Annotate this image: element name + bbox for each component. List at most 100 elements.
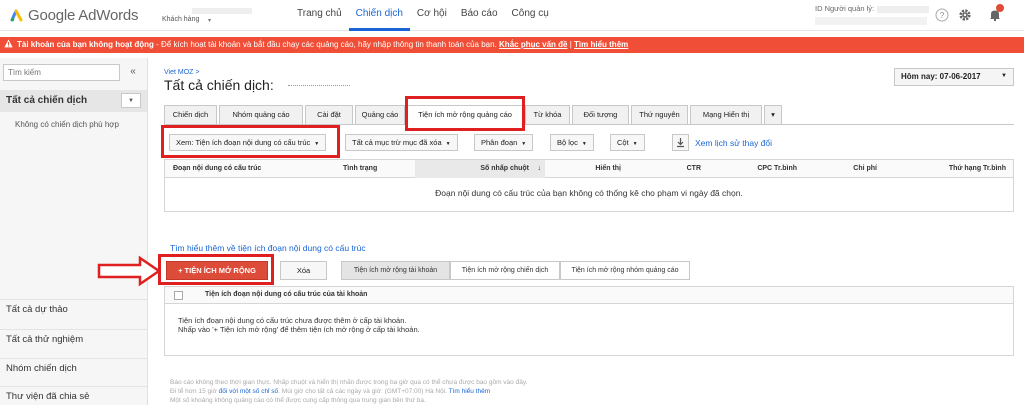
sidebar-item-campaign-groups[interactable]: Nhóm chiến dịch <box>0 358 147 380</box>
view-filter-label: Xem: Tiện ích đoạn nội dung có cấu trúc <box>176 138 311 147</box>
title-redaction <box>288 85 350 88</box>
tab-keywords[interactable]: Từ khóa <box>525 105 570 125</box>
nav-home[interactable]: Trang chủ <box>290 0 349 31</box>
sidebar-item-shared-library[interactable]: Thư viện đã chia sẻ <box>0 386 147 405</box>
col-clicks-label: Số nhấp chuột <box>480 165 529 172</box>
all-campaigns-item[interactable]: Tất cả chiến dịch ▼ <box>0 90 147 112</box>
sidebar-item-experiments[interactable]: Tất cả thử nghiệm <box>0 329 147 351</box>
columns-label: Cột <box>617 138 629 147</box>
extensions-stats-table: Đoạn nội dung có cấu trúc Tình trạng Số … <box>164 159 1014 212</box>
account-type: Khách hàng <box>162 16 200 23</box>
product-name: Google AdWords <box>28 6 139 24</box>
col-structured-snippet[interactable]: Đoạn nội dung có cấu trúc <box>173 160 261 178</box>
footer-note-1: Báo cáo không theo thời gian thực. Nhấp … <box>170 379 528 386</box>
adwords-logo[interactable]: Google AdWords <box>10 6 139 24</box>
change-history-link[interactable]: Xem lịch sử thay đổi <box>695 138 772 148</box>
col-account-snippet[interactable]: Tiện ích đoạn nội dung có cấu trúc của t… <box>205 287 367 303</box>
manager-id: ID Người quản lý: <box>815 4 930 13</box>
tab-ad-extensions[interactable]: Tiện ích mở rộng quảng cáo <box>407 105 523 125</box>
tab-settings[interactable]: Cài đặt <box>305 105 353 125</box>
empty-message-line2: Nhấp vào '+ Tiện ích mở rộng' để thêm ti… <box>178 325 420 334</box>
metrics-link[interactable]: đối với một số chỉ số <box>219 388 279 395</box>
date-range-button[interactable]: Hôm nay: 07-06-2017 ▼ <box>894 68 1014 86</box>
status-filter-dropdown[interactable]: Tất cả mục trừ mục đã xóa ▼ <box>345 134 458 151</box>
nav-campaigns[interactable]: Chiến dịch <box>348 0 410 31</box>
account-extensions-table: Tiện ích đoạn nội dung có cấu trúc của t… <box>164 286 1014 356</box>
view-filter-dropdown[interactable]: Xem: Tiện ích đoạn nội dung có cấu trúc ▼ <box>169 134 327 151</box>
tab-ad-groups[interactable]: Nhóm quảng cáo <box>219 105 303 125</box>
download-button[interactable] <box>672 134 689 151</box>
tab-campaign-extensions[interactable]: Tiện ích mở rộng chiến dịch <box>450 261 560 280</box>
segment-label: Phân đoạn <box>481 138 518 147</box>
col-ctr[interactable]: CTR <box>621 160 701 178</box>
tab-display-network[interactable]: Mạng Hiển thị <box>690 105 762 125</box>
all-campaigns-label: Tất cả chiến dịch <box>6 95 88 106</box>
col-status[interactable]: Tình trạng <box>343 160 377 178</box>
col-avg-cpc[interactable]: CPC Tr.bình <box>701 160 797 178</box>
add-extension-button[interactable]: + TIỆN ÍCH MỞ RỘNG <box>166 261 268 280</box>
col-impressions[interactable]: Hiển thị <box>545 160 621 178</box>
sidebar: « Tất cả chiến dịch ▼ Không có chiến dịc… <box>0 58 148 405</box>
tab-audiences[interactable]: Đối tượng <box>572 105 629 125</box>
help-icon[interactable]: ? <box>935 8 949 22</box>
chevron-down-icon: ▼ <box>581 141 587 147</box>
learn-more-structured-snippets-link[interactable]: Tìm hiểu thêm về tiện ích đoạn nội dung … <box>170 243 366 253</box>
breadcrumb[interactable]: Viet MOZ > <box>164 69 199 76</box>
campaign-tabs: Chiến dịch Nhóm quảng cáo Cài đặt Quảng … <box>164 105 1014 125</box>
filter-label: Bộ lọc <box>557 138 578 147</box>
no-stats-message: Đoạn nội dung có cấu trúc của bạn không … <box>435 188 743 198</box>
col-clicks[interactable]: Số nhấp chuột ↓ <box>415 160 545 178</box>
account-name-redaction <box>192 8 252 14</box>
fix-problem-link[interactable]: Khắc phục vấn đề <box>499 40 567 49</box>
chevron-down-icon: ▼ <box>314 141 320 147</box>
gear-icon[interactable] <box>958 8 972 22</box>
user-email-redacted[interactable] <box>815 17 927 25</box>
main-content: Viet MOZ > Tất cả chiến dịch: Hôm nay: 0… <box>97 58 1024 405</box>
no-campaigns-text: Không có chiến dịch phù hợp <box>15 120 119 129</box>
table-header: Đoạn nội dung có cấu trúc Tình trạng Số … <box>165 160 1013 178</box>
delete-button[interactable]: Xóa <box>280 261 327 280</box>
tab-dimensions[interactable]: Thứ nguyên <box>631 105 688 125</box>
alert-learn-more-link[interactable]: Tìm hiểu thêm <box>574 40 628 49</box>
segment-dropdown[interactable]: Phân đoạn ▼ <box>474 134 534 151</box>
sidebar-item-drafts[interactable]: Tất cả dự thảo <box>0 299 147 321</box>
chevron-down-icon: ▼ <box>1001 73 1007 79</box>
top-header: Google AdWords Khách hàng ▾ Trang chủ Ch… <box>0 0 1024 31</box>
footer-note-2-text: Đi tể hơn 15 giờ <box>170 388 219 395</box>
tab-account-extensions[interactable]: Tiện ích mở rộng tài khoản <box>341 261 450 280</box>
adwords-logo-icon <box>10 9 23 22</box>
tab-ads[interactable]: Quảng cáo <box>355 105 405 125</box>
nav-reports[interactable]: Báo cáo <box>454 0 505 31</box>
alert-title: Tài khoản của bạn không hoạt động <box>17 40 154 49</box>
date-range-label: Hôm nay: 07-06-2017 <box>901 72 981 81</box>
collapse-sidebar-button[interactable]: « <box>125 64 141 81</box>
account-selector[interactable]: Khách hàng ▾ <box>162 6 277 26</box>
manager-id-label: ID Người quản lý: <box>815 4 875 13</box>
chevron-down-icon: ▼ <box>521 141 527 147</box>
sort-down-icon: ↓ <box>537 165 542 172</box>
page-title: Tất cả chiến dịch: <box>164 77 274 93</box>
account-inactive-alert: Tài khoản của bạn không hoạt động - Để k… <box>0 37 1024 53</box>
nav-opportunities[interactable]: Cơ hội <box>410 0 454 31</box>
chevron-down-icon: ▾ <box>208 18 212 24</box>
top-nav: Trang chủ Chiến dịch Cơ hội Báo cáo Công… <box>290 0 556 31</box>
manager-id-redaction <box>877 5 930 13</box>
footer-learn-more-link[interactable]: Tìm hiểu thêm <box>449 388 491 395</box>
tab-adgroup-extensions[interactable]: Tiện ích mở rộng nhóm quảng cáo <box>560 261 690 280</box>
notification-badge <box>996 4 1004 12</box>
col-cost[interactable]: Chi phí <box>797 160 877 178</box>
footer-timezone-text: . Múi giờ cho tất cả các ngày và giờ: (G… <box>278 388 449 395</box>
all-campaigns-dropdown[interactable]: ▼ <box>121 93 141 108</box>
status-filter-label: Tất cả mục trừ mục đã xóa <box>352 138 442 147</box>
nav-tools[interactable]: Công cụ <box>505 0 556 31</box>
more-tabs-button[interactable]: ▾ <box>764 105 782 125</box>
footer-note-3: Một số khoảng không quảng cáo có thể đượ… <box>170 397 426 404</box>
select-all-checkbox[interactable] <box>174 291 183 300</box>
search-input[interactable] <box>3 64 120 81</box>
col-avg-position[interactable]: Thứ hạng Tr.bình <box>877 160 1006 178</box>
tab-campaigns[interactable]: Chiến dịch <box>164 105 217 125</box>
filter-dropdown[interactable]: Bộ lọc ▼ <box>550 134 594 151</box>
columns-dropdown[interactable]: Cột ▼ <box>610 134 645 151</box>
svg-text:?: ? <box>940 11 945 20</box>
warning-icon <box>4 39 13 48</box>
